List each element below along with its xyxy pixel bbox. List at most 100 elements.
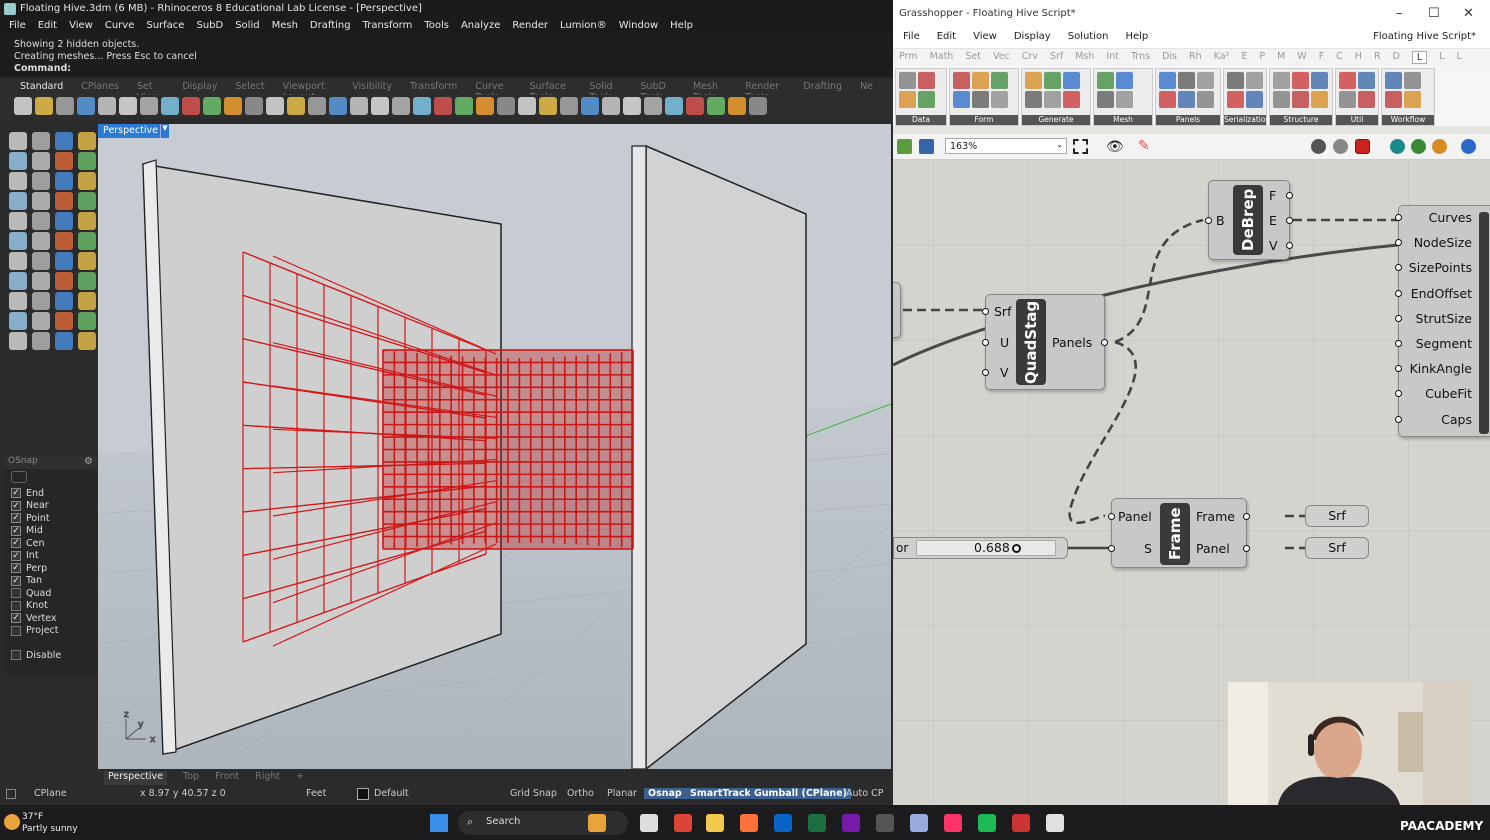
component-icon[interactable] xyxy=(972,72,989,89)
left-tool-icon[interactable] xyxy=(55,132,73,150)
weather-icon[interactable] xyxy=(4,814,20,830)
terminal-icon[interactable] xyxy=(876,814,894,832)
gh-category-tab[interactable]: P xyxy=(1259,51,1265,64)
osnap-cen[interactable]: ✓ Cen xyxy=(5,537,97,550)
toolbar-tool-icon[interactable] xyxy=(35,97,53,115)
toolbar-tool-icon[interactable] xyxy=(518,97,536,115)
menu-item-drafting[interactable]: Drafting xyxy=(310,20,351,33)
component-icon[interactable] xyxy=(1197,72,1214,89)
toolbar-tab-ne[interactable]: Ne xyxy=(860,81,873,93)
gh-category-tab[interactable]: Vec xyxy=(993,51,1010,64)
gh-category-tab[interactable]: Ka² xyxy=(1214,51,1230,64)
input-v[interactable]: V xyxy=(1000,365,1009,380)
component-icon[interactable] xyxy=(1385,72,1402,89)
firefox-icon[interactable] xyxy=(740,814,758,832)
port-dot[interactable] xyxy=(1395,415,1402,423)
input-b[interactable]: B xyxy=(1216,213,1225,228)
component-icon[interactable] xyxy=(1063,91,1080,108)
left-tool-icon[interactable] xyxy=(9,192,27,210)
left-tool-icon[interactable] xyxy=(9,292,27,310)
gh-category-tab[interactable]: Srf xyxy=(1050,51,1063,64)
gh-category-tab[interactable]: Crv xyxy=(1022,51,1038,64)
left-tool-icon[interactable] xyxy=(55,332,73,350)
left-tool-icon[interactable] xyxy=(32,332,50,350)
component-icon[interactable] xyxy=(953,72,970,89)
port-dot[interactable] xyxy=(1395,264,1402,272)
checkbox-icon[interactable]: ✓ xyxy=(11,500,21,511)
hive-input-curves[interactable]: Curves xyxy=(1429,210,1472,225)
component-icon[interactable] xyxy=(1044,72,1061,89)
toolbar-tool-icon[interactable] xyxy=(539,97,557,115)
toolbar-tool-icon[interactable] xyxy=(56,97,74,115)
globe-icon[interactable] xyxy=(1461,139,1476,154)
left-tool-icon[interactable] xyxy=(55,252,73,270)
left-tool-icon[interactable] xyxy=(9,152,27,170)
toolbar-tool-icon[interactable] xyxy=(602,97,620,115)
toolbar-tool-icon[interactable] xyxy=(140,97,158,115)
left-tool-icon[interactable] xyxy=(32,292,50,310)
component-icon[interactable] xyxy=(1273,72,1290,89)
component-icon[interactable] xyxy=(1273,91,1290,108)
left-tool-icon[interactable] xyxy=(9,332,27,350)
checkbox-icon[interactable]: ✓ xyxy=(11,513,21,524)
hive-input-kinkangle[interactable]: KinkAngle xyxy=(1410,361,1472,376)
toolbar-tool-icon[interactable] xyxy=(119,97,137,115)
osnap-perp[interactable]: ✓ Perp xyxy=(5,562,97,575)
preview-mode-icon[interactable] xyxy=(1311,139,1326,154)
left-tool-icon[interactable] xyxy=(55,192,73,210)
component-icon[interactable] xyxy=(918,72,935,89)
hive-input-sizepoints[interactable]: SizePoints xyxy=(1409,260,1472,275)
osnap-point[interactable]: ✓ Point xyxy=(5,512,97,525)
component-icon[interactable] xyxy=(1159,72,1176,89)
outlook-icon[interactable] xyxy=(774,814,792,832)
command-prompt[interactable]: Command: xyxy=(14,63,879,75)
toolbar-tool-icon[interactable] xyxy=(308,97,326,115)
left-tool-icon[interactable] xyxy=(32,212,50,230)
toolbar-tool-icon[interactable] xyxy=(623,97,641,115)
checkbox-icon[interactable]: ✓ xyxy=(11,575,21,586)
component-icon[interactable] xyxy=(991,72,1008,89)
toolbar-tool-icon[interactable] xyxy=(161,97,179,115)
toolbar-tool-icon[interactable] xyxy=(371,97,389,115)
debrep-component[interactable]: DeBrep B F E V xyxy=(1205,180,1293,260)
port-dot[interactable] xyxy=(1395,289,1402,297)
checkbox-icon[interactable]: ✓ xyxy=(11,563,21,574)
left-tool-icon[interactable] xyxy=(78,152,96,170)
toolbar-tab-transform[interactable]: Transform xyxy=(410,81,457,93)
menu-item-mesh[interactable]: Mesh xyxy=(272,20,298,33)
component-icon[interactable] xyxy=(1292,91,1309,108)
component-icon[interactable] xyxy=(1358,72,1375,89)
left-tool-icon[interactable] xyxy=(32,232,50,250)
menu-item-edit[interactable]: Edit xyxy=(38,20,57,33)
menu-item-render[interactable]: Render xyxy=(512,20,548,33)
left-tool-icon[interactable] xyxy=(78,312,96,330)
left-tool-icon[interactable] xyxy=(9,232,27,250)
port-dot[interactable] xyxy=(1395,340,1402,347)
port-dot[interactable] xyxy=(1286,217,1293,224)
toolbar-tab-mesh-tools[interactable]: Mesh Tools xyxy=(693,81,727,103)
toolbar-tab-solid-tools[interactable]: Solid Tools xyxy=(589,81,622,103)
toolbar-tab-visibility[interactable]: Visibility xyxy=(352,81,392,93)
component-icon[interactable] xyxy=(1404,72,1421,89)
toolbar-tool-icon[interactable] xyxy=(224,97,242,115)
left-tool-icon[interactable] xyxy=(32,192,50,210)
toolbar-tool-icon[interactable] xyxy=(497,97,515,115)
toolbar-tab-render-tools[interactable]: Render Tools xyxy=(745,81,785,103)
task-view-icon[interactable] xyxy=(640,814,658,832)
component-icon[interactable] xyxy=(1097,72,1114,89)
toolbar-tab-cplanes[interactable]: CPlanes xyxy=(81,81,119,93)
gh-category-tab[interactable]: Int xyxy=(1106,51,1119,64)
open-file-icon[interactable] xyxy=(897,139,912,154)
osnap-toggle[interactable]: Osnap xyxy=(644,788,686,799)
toolbar-tool-icon[interactable] xyxy=(686,97,704,115)
left-tool-icon[interactable] xyxy=(9,312,27,330)
output-v[interactable]: V xyxy=(1269,238,1278,253)
menu-item-transform[interactable]: Transform xyxy=(363,20,413,33)
gh-category-tab[interactable]: Set xyxy=(965,51,981,64)
toolbar-tab-select[interactable]: Select xyxy=(235,81,264,93)
left-tool-icon[interactable] xyxy=(78,192,96,210)
left-tool-icon[interactable] xyxy=(55,212,73,230)
gumball-toggle[interactable]: Gumball (CPlane) xyxy=(750,788,851,799)
toolbar-tab-display[interactable]: Display xyxy=(182,81,217,93)
osnap-vertex[interactable]: ✓ Vertex xyxy=(5,612,97,625)
